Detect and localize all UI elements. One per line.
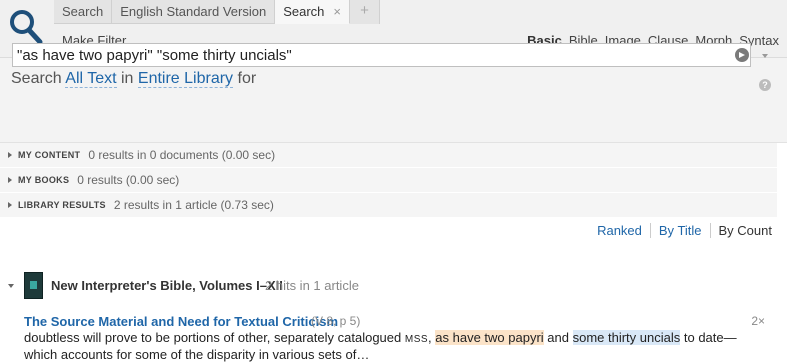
chevron-down-icon[interactable] bbox=[8, 284, 14, 288]
search-magnifier-icon bbox=[10, 10, 43, 45]
search-panel: Search All Text in Entire Library for ? bbox=[0, 58, 787, 143]
query-history-dropdown[interactable] bbox=[762, 54, 768, 58]
add-tab-button[interactable]: + bbox=[349, 0, 380, 24]
section-title: LIBRARY RESULTS bbox=[18, 200, 106, 210]
tab-label: Search bbox=[283, 4, 325, 19]
sort-options: Ranked By Title By Count bbox=[589, 223, 772, 238]
article-title-link[interactable]: The Source Material and Need for Textual… bbox=[24, 314, 338, 329]
close-icon[interactable]: × bbox=[333, 4, 341, 19]
scope-dropdown[interactable]: All Text bbox=[65, 70, 117, 88]
search-scope-line: Search All Text in Entire Library for bbox=[11, 70, 256, 88]
tab-label: Search bbox=[62, 4, 104, 19]
section-info: 0 results (0.00 sec) bbox=[77, 173, 180, 187]
result-snippet[interactable]: doubtless will prove to be portions of o… bbox=[24, 330, 764, 362]
snippet-text: MSS bbox=[404, 334, 429, 345]
chevron-right-icon bbox=[8, 202, 12, 208]
tab-search[interactable]: Search bbox=[54, 0, 113, 24]
tab-strip: Search English Standard Version Search × … bbox=[54, 0, 380, 24]
tab-english-standard-version[interactable]: English Standard Version bbox=[112, 0, 276, 24]
tab-search-active[interactable]: Search × bbox=[275, 0, 350, 24]
tab-label: English Standard Version bbox=[120, 4, 267, 19]
book-cover-icon bbox=[24, 272, 43, 299]
book-title[interactable]: New Interpreter's Bible, Volumes I–XII bbox=[51, 278, 283, 293]
search-input[interactable] bbox=[12, 43, 751, 67]
snippet-text: and bbox=[543, 330, 573, 345]
article-reference: (V 8, p 5) bbox=[311, 314, 361, 328]
arrow-right-icon[interactable] bbox=[735, 48, 749, 62]
sort-by-count[interactable]: By Count bbox=[709, 223, 772, 238]
library-dropdown[interactable]: Entire Library bbox=[137, 70, 234, 88]
search-hit-highlight: as have two papyri bbox=[435, 330, 544, 345]
section-info: 2 results in 1 article (0.73 sec) bbox=[113, 198, 274, 212]
section-title: MY CONTENT bbox=[18, 150, 81, 160]
sort-ranked[interactable]: Ranked bbox=[589, 223, 650, 238]
sort-by-title[interactable]: By Title bbox=[649, 223, 710, 238]
snippet-text: doubtless will prove to be portions of o… bbox=[24, 330, 405, 345]
chevron-right-icon bbox=[8, 152, 12, 158]
section-title: MY BOOKS bbox=[18, 175, 70, 185]
section-info: 0 results in 0 documents (0.00 sec) bbox=[88, 148, 276, 162]
section-my-books[interactable]: MY BOOKS 0 results (0.00 sec) bbox=[0, 168, 777, 193]
search-hit-highlight: some thirty uncials bbox=[572, 330, 681, 345]
in-word: in bbox=[121, 70, 134, 87]
book-hits: 2 hits in 1 article bbox=[265, 278, 359, 293]
search-prefix: Search bbox=[11, 70, 62, 87]
for-word: for bbox=[237, 70, 257, 87]
section-my-content[interactable]: MY CONTENT 0 results in 0 documents (0.0… bbox=[0, 143, 777, 168]
help-icon[interactable]: ? bbox=[759, 79, 771, 91]
section-library-results[interactable]: LIBRARY RESULTS 2 results in 1 article (… bbox=[0, 193, 777, 218]
chevron-right-icon bbox=[8, 177, 12, 183]
hit-count-badge: 2× bbox=[751, 314, 765, 328]
